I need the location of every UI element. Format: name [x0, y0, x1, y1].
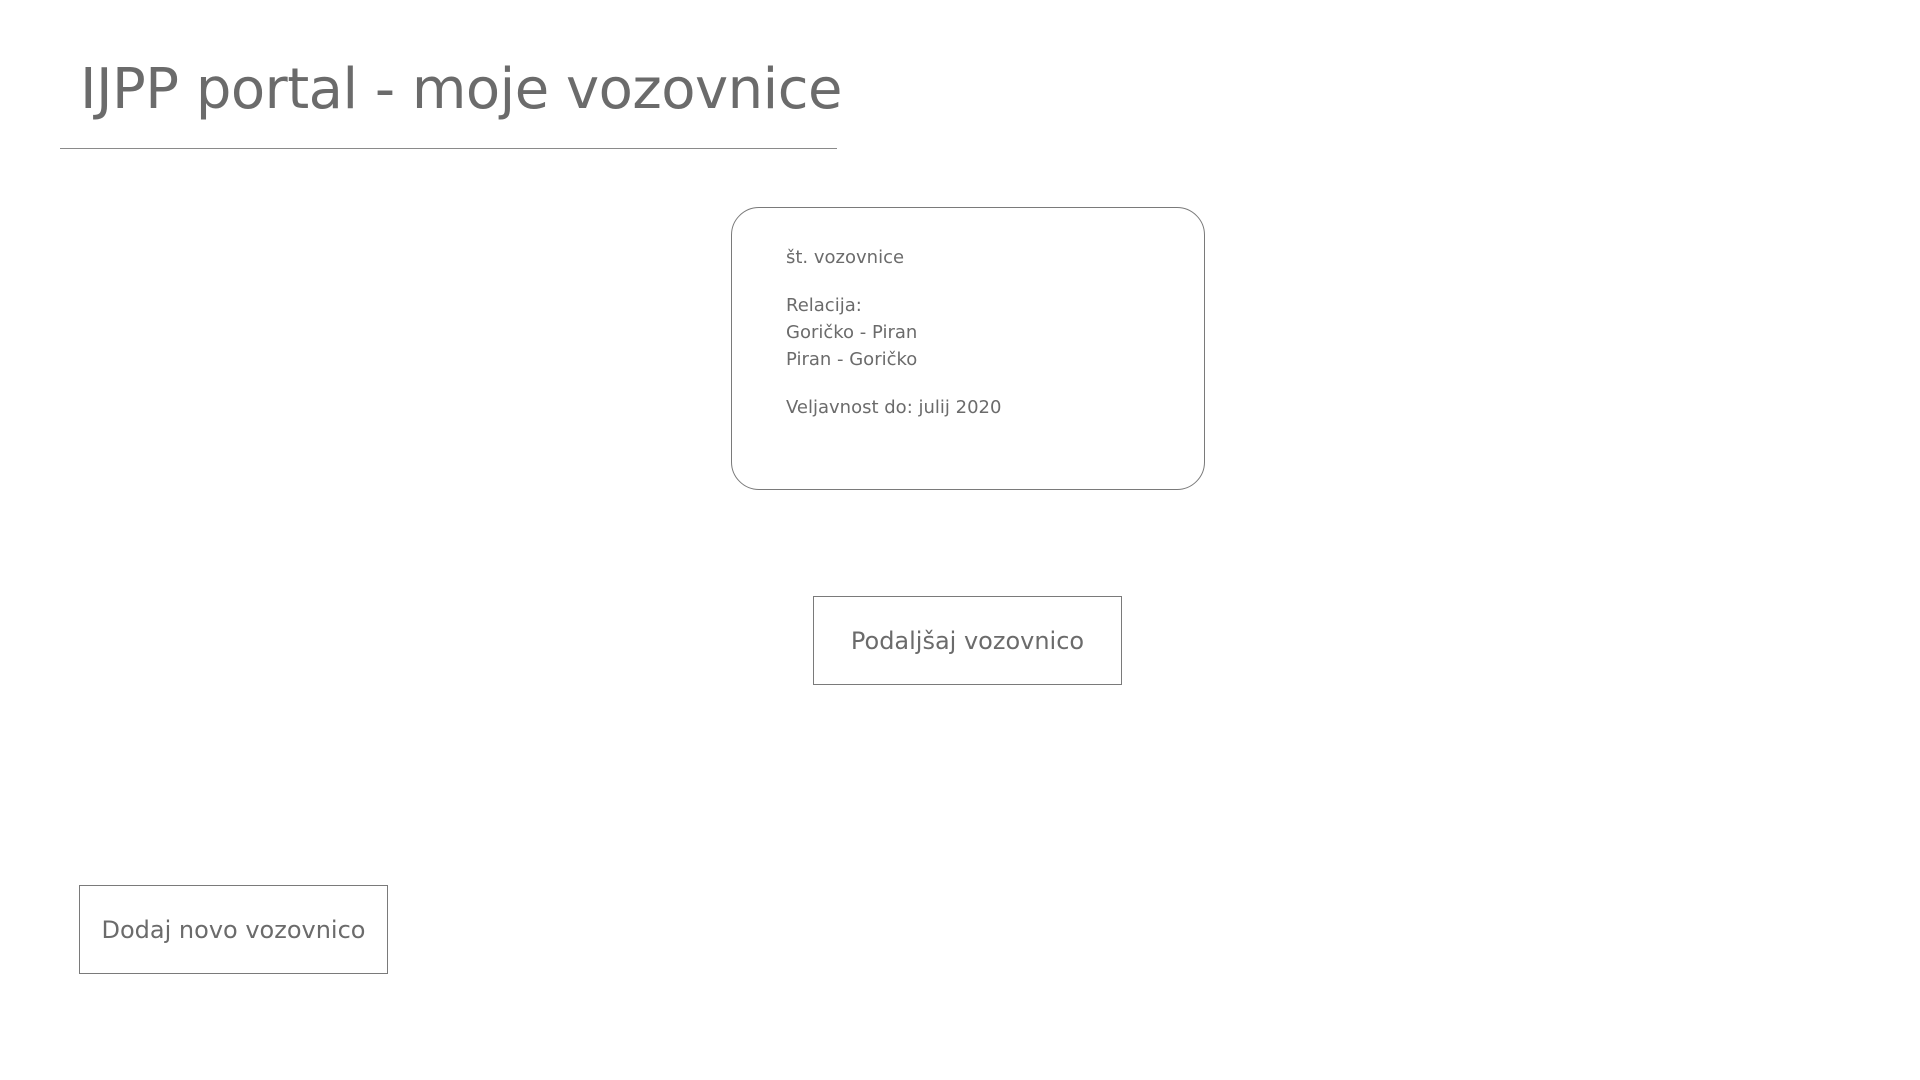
add-new-ticket-button[interactable]: Dodaj novo vozovnico [79, 885, 388, 974]
extend-ticket-button[interactable]: Podaljšaj vozovnico [813, 596, 1122, 685]
ticket-card[interactable]: št. vozovnice Relacija: Goričko - Piran … [731, 207, 1205, 490]
page: IJPP portal - moje vozovnice št. vozovni… [0, 0, 1920, 1080]
ticket-relation-label: Relacija: [786, 295, 862, 316]
page-title: IJPP portal - moje vozovnice [80, 57, 842, 122]
ticket-number-label: št. vozovnice [786, 247, 905, 268]
ticket-relation-item: Piran - Goričko [786, 349, 918, 370]
page-header: IJPP portal - moje vozovnice [60, 48, 842, 149]
ticket-details: št. vozovnice Relacija: Goričko - Piran … [786, 244, 1001, 421]
ticket-relation-item: Goričko - Piran [786, 322, 918, 343]
ticket-validity: Veljavnost do: julij 2020 [786, 397, 1002, 418]
